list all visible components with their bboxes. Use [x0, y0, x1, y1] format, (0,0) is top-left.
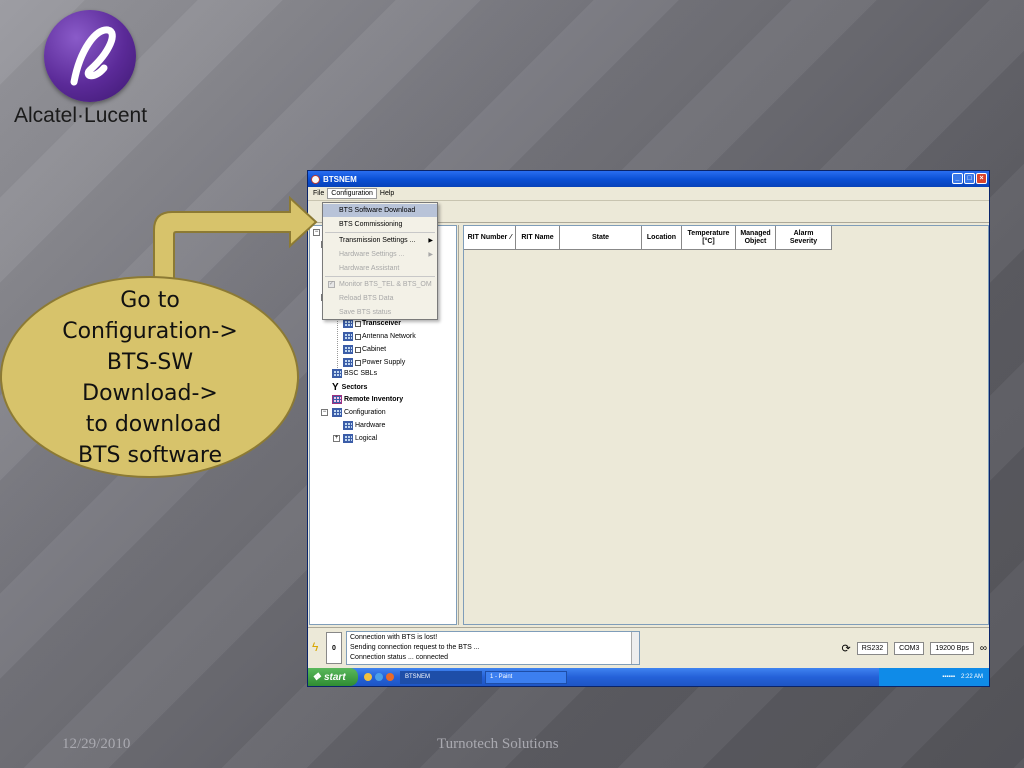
footer-company: Turnotech Solutions [437, 736, 559, 752]
col-alarm-severity[interactable]: Alarm Severity [776, 226, 832, 250]
task-btsnem[interactable]: BTSNEM [400, 670, 482, 684]
panel-splitter[interactable] [458, 225, 462, 625]
log-line: Connection status ... connected [350, 654, 449, 661]
start-button[interactable]: ❖ start [308, 668, 358, 686]
grid-icon [332, 408, 342, 417]
quicklaunch-icon[interactable] [386, 673, 394, 681]
tree-item-logical[interactable]: Logical [343, 434, 377, 443]
tree-item-antenna-network[interactable]: Antenna Network [343, 332, 416, 341]
status-panel: ϟ 0 Connection with BTS is lost! Sending… [308, 627, 989, 667]
checkbox-icon[interactable] [355, 346, 361, 353]
menu-configuration[interactable]: Configuration [327, 188, 377, 199]
logo-wordmark: Alcatel·Lucent [14, 104, 148, 127]
window-titlebar[interactable]: BTSNEM _ □ × [308, 171, 989, 187]
tree-item-power-supply[interactable]: Power Supply [343, 358, 405, 367]
callout-line: to download [78, 412, 222, 437]
grid-icon [343, 319, 353, 328]
col-location[interactable]: Location [642, 226, 682, 250]
callout-line: BTS software [78, 443, 222, 468]
configuration-menu: BTS Software Download BTS Commissioning … [322, 202, 438, 320]
clock: 2:22 AM [960, 674, 983, 680]
col-managed-object[interactable]: Managed Object [736, 226, 776, 250]
grid-icon [343, 358, 353, 367]
submenu-arrow-icon: ▶ [428, 238, 433, 244]
system-tray: ▪▪▪▪▪▪ 2:22 AM [879, 668, 989, 686]
refresh-icon[interactable]: ⟳ [842, 642, 851, 655]
log-scrollbar[interactable] [631, 632, 639, 664]
col-state[interactable]: State [560, 226, 642, 250]
quicklaunch-icon[interactable] [375, 673, 383, 681]
menu-item-bts-commissioning[interactable]: BTS Commissioning [323, 218, 437, 231]
grid-icon [332, 369, 342, 378]
grid-icon [343, 434, 353, 443]
menu-item-bts-software-download[interactable]: BTS Software Download [323, 204, 437, 217]
tree-item-remote-inventory[interactable]: Remote Inventory [332, 395, 403, 404]
tree-item-transceiver[interactable]: Transceiver [343, 319, 401, 328]
col-rit-number[interactable]: RIT Number ⁄ [464, 226, 516, 250]
callout-line: BTS-SW [106, 350, 194, 375]
windows-logo-icon: ❖ [312, 671, 321, 683]
menu-item-save-bts-status: Save BTS status [339, 309, 392, 316]
inventory-icon [332, 395, 342, 404]
link-icon[interactable]: ∞ [980, 643, 987, 654]
antenna-icon: Y [332, 382, 339, 393]
menu-item-hardware-settings: Hardware Settings ... ▶ [339, 251, 433, 258]
quicklaunch-icon[interactable] [364, 673, 372, 681]
tree-expander-icon[interactable]: + [333, 435, 340, 442]
minimize-button[interactable]: _ [952, 173, 963, 184]
alcatel-lucent-logo: Alcatel·Lucent [14, 10, 174, 130]
rit-table-panel: RIT Number ⁄ RIT Name State Location Temp… [463, 225, 989, 625]
menu-item-transmission-settings[interactable]: Transmission Settings ... ▶ [323, 234, 437, 247]
menu-bar: File Configuration Help [308, 187, 989, 201]
port-type: RS232 [856, 642, 889, 655]
tree-expander-icon[interactable]: − [321, 409, 328, 416]
grid-icon [343, 332, 353, 341]
submenu-arrow-icon: ▶ [428, 252, 433, 258]
baud-rate: 19200 Bps [930, 642, 974, 655]
task-paint[interactable]: 1 - Paint [485, 670, 567, 684]
callout-line: Go to [120, 288, 180, 313]
table-header: RIT Number ⁄ RIT Name State Location Temp… [464, 226, 832, 250]
grid-icon [343, 345, 353, 354]
checkbox-icon[interactable] [355, 333, 361, 340]
checkbox-icon[interactable] [355, 359, 361, 366]
callout-line: Configuration-> [62, 319, 238, 344]
tree-item-cabinet[interactable]: Cabinet [343, 345, 386, 354]
logo-emblem-icon [44, 10, 136, 102]
tree-item-configuration[interactable]: Configuration [332, 408, 386, 417]
window-title: BTSNEM [323, 174, 357, 184]
callout-text: Go to Configuration-> BTS-SW Download-> … [30, 285, 270, 471]
menu-help[interactable]: Help [377, 189, 397, 198]
col-temperature[interactable]: Temperature [°C] [682, 226, 736, 250]
menu-item-monitor-bts: ✓ Monitor BTS_TEL & BTS_OM [328, 281, 432, 288]
lightning-icon: ϟ [312, 640, 319, 654]
tree-item-bsc-sbls[interactable]: BSC SBLs [332, 369, 377, 378]
log-line: Connection with BTS is lost! [350, 634, 438, 641]
quick-launch [364, 673, 394, 681]
tree-item-sectors[interactable]: Y Sectors [332, 382, 367, 393]
checkbox-icon[interactable] [355, 320, 361, 327]
close-button[interactable]: × [976, 173, 987, 184]
tree-item-hardware[interactable]: Hardware [343, 421, 385, 430]
footer-date: 12/29/2010 [62, 736, 131, 752]
menu-item-hardware-assistant: Hardware Assistant [339, 265, 400, 272]
com-port: COM3 [894, 642, 925, 655]
checkbox-icon: ✓ [328, 281, 335, 288]
app-icon [311, 174, 320, 184]
callout-arrow-icon [153, 195, 318, 281]
maximize-button[interactable]: □ [964, 173, 975, 184]
tray-icons[interactable]: ▪▪▪▪▪▪ [942, 674, 955, 680]
grid-icon [343, 421, 353, 430]
menu-item-reload-bts-data: Reload BTS Data [339, 295, 394, 302]
windows-taskbar: ❖ start BTSNEM 1 - Paint ▪▪▪▪▪▪ 2:22 AM [308, 668, 989, 686]
callout-line: Download-> [82, 381, 218, 406]
alarm-counter: 0 [326, 632, 342, 664]
col-rit-name[interactable]: RIT Name [516, 226, 560, 250]
connection-log: Connection with BTS is lost! Sending con… [346, 631, 640, 665]
log-line: Sending connection request to the BTS ..… [350, 644, 480, 651]
